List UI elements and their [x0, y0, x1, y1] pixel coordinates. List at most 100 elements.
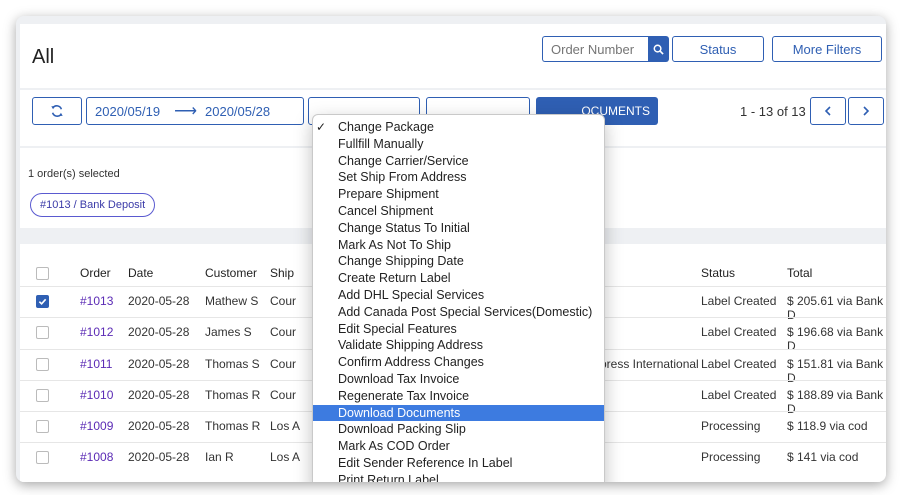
order-status: Processing [701, 450, 761, 464]
chevron-right-icon [863, 106, 870, 116]
customer-name: Thomas R [205, 388, 261, 402]
menu-item[interactable]: Cancel Shipment [313, 203, 604, 220]
row-checkbox[interactable] [36, 420, 49, 433]
menu-item-label: Mark As COD Order [338, 439, 450, 454]
menu-item[interactable]: Download Documents [313, 404, 604, 422]
menu-item[interactable]: Fullfill Manually [313, 136, 604, 153]
menu-item[interactable]: Set Ship From Address [313, 169, 604, 186]
menu-item-label: Confirm Address Changes [338, 355, 484, 370]
order-status: Processing [701, 419, 761, 433]
checkmark-icon [38, 298, 47, 306]
order-date: 2020-05-28 [128, 325, 190, 339]
order-link[interactable]: #1008 [80, 450, 113, 464]
menu-item-label: Edit Sender Reference In Label [338, 455, 513, 470]
customer-name: James S [205, 325, 252, 339]
customer-name: Thomas R [205, 419, 261, 433]
menu-item[interactable]: Change Carrier/Service [313, 153, 604, 170]
menu-item-label: Edit Special Features [338, 321, 457, 336]
more-filters-button[interactable]: More Filters [772, 36, 882, 62]
customer-name: Ian R [205, 450, 234, 464]
order-status: Label Created [701, 388, 777, 402]
previous-page-button[interactable] [810, 97, 846, 125]
row-checkbox[interactable] [36, 389, 49, 402]
column-header-status[interactable]: Status [701, 266, 735, 280]
date-from[interactable]: 2020/05/19 [95, 104, 160, 119]
row-checkbox[interactable] [36, 358, 49, 371]
selected-order-chip[interactable]: #1013 / Bank Deposit [30, 193, 156, 217]
ship-to: Cour [270, 388, 297, 402]
order-date: 2020-05-28 [128, 294, 190, 308]
search-icon [653, 44, 664, 55]
menu-item[interactable]: Add DHL Special Services [313, 287, 604, 304]
shipping-service: xpress International [594, 357, 699, 371]
row-checkbox[interactable] [36, 451, 49, 464]
menu-item-label: Set Ship From Address [338, 170, 467, 185]
menu-item[interactable]: Print Return Label [313, 472, 604, 482]
menu-item[interactable]: Add Canada Post Special Services(Domesti… [313, 304, 604, 321]
order-date: 2020-05-28 [128, 419, 190, 433]
order-link[interactable]: #1009 [80, 419, 113, 433]
menu-item-label: Download Tax Invoice [338, 371, 460, 386]
order-number-search-input[interactable] [542, 36, 648, 62]
ship-to: Cour [270, 357, 297, 371]
menu-item[interactable]: Validate Shipping Address [313, 337, 604, 354]
menu-item-label: Regenerate Tax Invoice [338, 388, 470, 403]
pagination-info: 1 - 13 of 13 [740, 104, 806, 119]
order-link[interactable]: #1012 [80, 325, 113, 339]
menu-item-label: Cancel Shipment [338, 203, 434, 218]
search-button[interactable] [648, 36, 669, 62]
menu-item[interactable]: Regenerate Tax Invoice [313, 388, 604, 405]
menu-item-label: Print Return Label [338, 472, 439, 482]
refresh-button[interactable] [32, 97, 82, 125]
order-link[interactable]: #1011 [80, 357, 112, 371]
page-title: All [32, 46, 55, 68]
menu-item[interactable]: Download Tax Invoice [313, 371, 604, 388]
menu-item[interactable]: Create Return Label [313, 270, 604, 287]
order-date: 2020-05-28 [128, 388, 190, 402]
menu-item-label: Change Shipping Date [338, 254, 464, 269]
ship-to: Los A [270, 419, 301, 433]
menu-item[interactable]: Edit Sender Reference In Label [313, 455, 604, 472]
ship-to: Cour [270, 294, 297, 308]
checkmark-icon: ✓ [316, 120, 327, 134]
date-range-picker[interactable]: 2020/05/19 ⟶ 2020/05/28 [86, 97, 304, 125]
selected-count: 1 order(s) selected [28, 168, 120, 180]
column-header-date[interactable]: Date [128, 266, 153, 280]
menu-item-label: Fullfill Manually [338, 136, 424, 151]
menu-item[interactable]: Mark As Not To Ship [313, 237, 604, 254]
ship-to: Cour [270, 325, 297, 339]
menu-item-label: Prepare Shipment [338, 187, 439, 202]
menu-item-label: Download Packing Slip [338, 422, 466, 437]
order-total: $ 118.9 via cod [787, 419, 868, 433]
status-filter-button[interactable]: Status [672, 36, 764, 62]
next-page-button[interactable] [848, 97, 884, 125]
chevron-left-icon [824, 106, 831, 116]
app-window: All Status More Filters 2020/05/19 ⟶ 202… [16, 16, 886, 482]
order-total: $ 141 via cod [787, 450, 859, 464]
ship-to: Los A [270, 450, 301, 464]
column-header-total[interactable]: Total [787, 266, 812, 280]
menu-item[interactable]: Confirm Address Changes [313, 354, 604, 371]
column-header-ship[interactable]: Ship [270, 266, 294, 280]
order-status: Label Created [701, 325, 777, 339]
menu-item[interactable]: Download Packing Slip [313, 421, 604, 438]
column-header-order[interactable]: Order [80, 266, 111, 280]
order-link[interactable]: #1013 [80, 294, 113, 308]
row-checkbox[interactable] [36, 326, 49, 339]
menu-item[interactable]: Edit Special Features [313, 321, 604, 338]
menu-item[interactable]: Change Status To Initial [313, 220, 604, 237]
menu-item[interactable]: Prepare Shipment [313, 186, 604, 203]
menu-item-label: Add DHL Special Services [338, 287, 485, 302]
menu-item[interactable]: Mark As COD Order [313, 438, 604, 455]
select-all-checkbox[interactable] [36, 267, 49, 280]
menu-item[interactable]: ✓ Change Package [313, 119, 604, 136]
order-date: 2020-05-28 [128, 357, 190, 371]
menu-item[interactable]: Change Shipping Date [313, 253, 604, 270]
column-header-customer[interactable]: Customer [205, 266, 257, 280]
row-checkbox[interactable] [36, 295, 49, 308]
date-to[interactable]: 2020/05/28 [205, 104, 270, 119]
menu-item-label: Change Status To Initial [338, 220, 470, 235]
menu-item-label: Change Package [338, 120, 434, 134]
order-date: 2020-05-28 [128, 450, 190, 464]
order-link[interactable]: #1010 [80, 388, 113, 402]
